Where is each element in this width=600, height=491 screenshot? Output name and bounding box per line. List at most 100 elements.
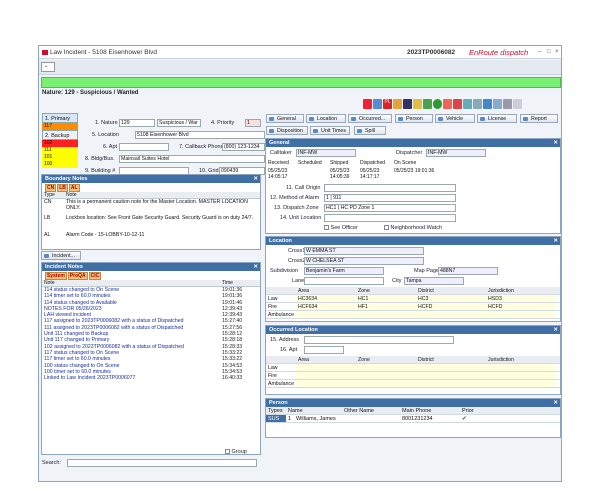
disposition-button[interactable]: Disposition: [266, 126, 308, 135]
person-phone: 8001231234: [402, 416, 433, 422]
note-type: AL: [44, 232, 51, 238]
callback-field[interactable]: (800) 123-1234: [222, 143, 265, 151]
general-button[interactable]: General: [266, 114, 304, 123]
quick-select[interactable]: ⌄: [41, 62, 55, 72]
table-row[interactable]: Fire HCF634 HF1 HCFD HCFD: [266, 303, 560, 311]
tab-al[interactable]: AL: [68, 184, 80, 192]
address-field[interactable]: [304, 336, 454, 344]
priority-unit[interactable]: 100: [42, 161, 78, 168]
unit-loc-field[interactable]: [324, 214, 456, 222]
copy-icon[interactable]: [493, 99, 502, 109]
bldg-label: 8. Bldg/Bus.: [85, 156, 115, 162]
close-icon[interactable]: ✕: [253, 263, 258, 271]
tab-backup[interactable]: 2. Backup: [42, 130, 78, 140]
doc-icon[interactable]: [473, 99, 482, 109]
occurred-button[interactable]: Occurred...: [348, 114, 392, 123]
zone-field[interactable]: HC1 | HC PD Zone 1: [324, 204, 456, 212]
collapse-icon[interactable]: [513, 99, 522, 109]
stop-icon[interactable]: [453, 99, 462, 109]
tab-system[interactable]: System: [45, 272, 67, 280]
priority-field[interactable]: 1: [245, 119, 261, 127]
close-icon[interactable]: ✕: [253, 175, 258, 183]
grid-cell: [486, 372, 556, 379]
shipped-time: 05/25/23 14:05:39: [330, 168, 350, 180]
maximize-button[interactable]: □: [547, 49, 551, 55]
grid-cell: HCFD: [486, 303, 556, 310]
tab-cic[interactable]: CIC: [88, 272, 102, 280]
incident-notes-panel: Incident Notes ✕ System ProQA CIC Note Tim…: [41, 262, 261, 455]
flag-icon[interactable]: [443, 99, 452, 109]
globe-icon[interactable]: [373, 99, 382, 109]
watch-checkbox[interactable]: [384, 225, 389, 231]
scheduled-time: [298, 168, 330, 180]
person-button[interactable]: Person: [395, 114, 433, 123]
tab-proqa[interactable]: ProQA: [67, 272, 88, 280]
grid-cell: [296, 364, 356, 371]
license-button[interactable]: License: [477, 114, 517, 123]
occ-apt-field[interactable]: [304, 346, 344, 354]
grid-col: Jurisdiction: [488, 288, 514, 294]
tab-cn[interactable]: CN: [45, 184, 57, 192]
call-origin-field[interactable]: [324, 184, 456, 192]
close-icon[interactable]: ✕: [553, 399, 558, 407]
location-button[interactable]: Location: [306, 114, 346, 123]
close-button[interactable]: ×: [555, 49, 559, 55]
list-item[interactable]: Linked to Law Incident 2023TP0006077 16:4…: [44, 375, 260, 381]
table-row[interactable]: Ambulance: [266, 311, 560, 319]
alarm-field[interactable]: 1 | 911: [324, 194, 456, 202]
people-icon[interactable]: [463, 99, 472, 109]
spill-button[interactable]: Spill: [354, 126, 386, 135]
nature-desc-field[interactable]: Suspicious / War: [157, 119, 201, 127]
table-row[interactable]: Ambulance: [266, 380, 560, 388]
received-time: 05/25/23 14:05:17: [268, 168, 288, 180]
col-phone: Main Phone: [402, 408, 432, 414]
col-time: Time: [222, 280, 233, 286]
grid-cell: [486, 311, 556, 318]
see-officer-checkbox[interactable]: [324, 225, 329, 231]
group-checkbox[interactable]: [225, 449, 230, 455]
folder-icon[interactable]: [393, 99, 402, 109]
close-icon[interactable]: ✕: [553, 326, 558, 334]
search-input[interactable]: [67, 459, 257, 467]
grid-cell: HC3: [416, 295, 486, 302]
boundary-title-text: Boundary Notes: [45, 176, 88, 182]
lane-field[interactable]: [304, 277, 384, 285]
vehicle-button[interactable]: Vehicle: [435, 114, 475, 123]
priority-unit[interactable]: 117: [42, 123, 78, 130]
apt-field[interactable]: [119, 143, 169, 151]
pl-icon[interactable]: PL: [383, 99, 392, 109]
print-icon[interactable]: [503, 99, 512, 109]
report-button[interactable]: Report: [520, 114, 558, 123]
mappage-field: 488N7: [438, 267, 498, 275]
unit-times-button[interactable]: Unit Times: [310, 126, 350, 135]
photo-icon[interactable]: [403, 99, 412, 109]
incident-button[interactable]: Incident...: [41, 251, 81, 260]
nature-code-field[interactable]: 129: [119, 119, 155, 127]
table-row[interactable]: SUS 1 Williams, James 8001231234 ✔: [266, 415, 560, 423]
unit-loc-label: 14. Unit Location: [280, 215, 322, 221]
tab-primary[interactable]: 1. Primary: [42, 113, 78, 123]
note-icon[interactable]: [413, 99, 422, 109]
refresh-icon[interactable]: [483, 99, 492, 109]
col-name: Name: [288, 408, 303, 414]
table-row[interactable]: Law HC3634 HC1 HC3 HSD3: [266, 295, 560, 303]
go-icon[interactable]: [433, 99, 442, 109]
close-icon[interactable]: ✕: [553, 237, 558, 245]
table-row[interactable]: Fire: [266, 372, 560, 380]
alert-icon[interactable]: [363, 99, 372, 109]
map-icon[interactable]: [423, 99, 432, 109]
close-icon[interactable]: ✕: [553, 139, 558, 147]
table-row[interactable]: Law: [266, 364, 560, 372]
location-field[interactable]: 5108 Eisenhower Blvd: [135, 131, 265, 139]
grid-cell: [416, 372, 486, 379]
minimize-button[interactable]: –: [538, 49, 541, 55]
priority-unit[interactable]: 101: [42, 154, 78, 161]
nature-header: Nature: 129 - Suspicious / Wanted: [42, 90, 139, 96]
tab-lb[interactable]: LB: [57, 184, 68, 192]
priority-unit[interactable]: 102: [42, 140, 78, 147]
boundary-notes-panel: Boundary Notes ✕ CN LB AL Type Note CN This…: [41, 174, 261, 250]
status-banner: [41, 77, 561, 88]
city-label: City: [392, 278, 402, 284]
priority-unit[interactable]: 111: [42, 147, 78, 154]
bldg-field[interactable]: Mainsail Suites Hotel: [119, 155, 265, 163]
